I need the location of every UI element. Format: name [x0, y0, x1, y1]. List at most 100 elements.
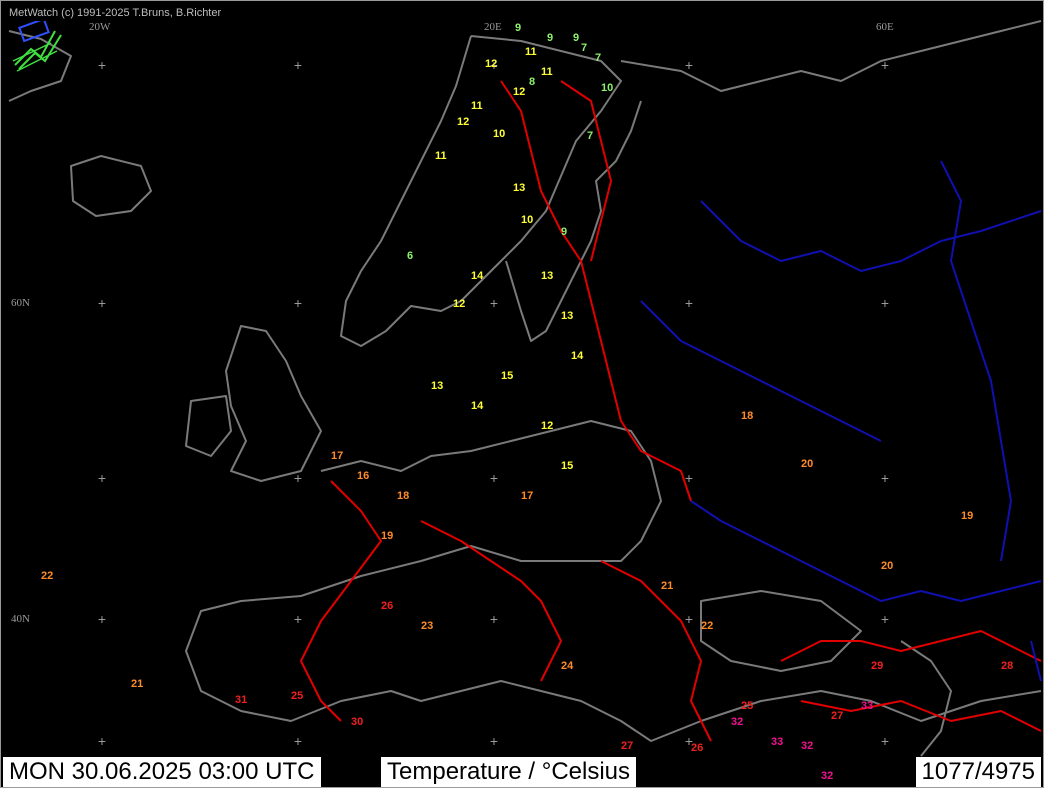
station-temperature: 11	[525, 46, 537, 58]
station-temperature: 24	[561, 660, 574, 672]
border-west-5	[600, 560, 712, 742]
graticule-label-60n: 60N	[11, 297, 30, 309]
norway-coast	[340, 35, 622, 347]
status-bar: MON 30.06.2025 03:00 UTC Temperature / °…	[3, 757, 1041, 787]
metwatch-logo-icon	[11, 17, 67, 78]
station-temperature: 19	[381, 530, 394, 542]
station-temperature: 13	[513, 182, 526, 194]
kola-coast	[620, 20, 1042, 92]
station-temperature: 10	[493, 128, 506, 140]
station-temperature: 13	[541, 270, 554, 282]
graticule-marker: +	[489, 470, 499, 486]
graticule-marker: +	[293, 57, 303, 73]
border-east-3	[940, 160, 1012, 562]
station-temperature: 10	[521, 214, 534, 226]
station-temperature: 33	[861, 700, 874, 712]
station-temperature: 7	[595, 52, 602, 64]
graticule-marker: +	[293, 733, 303, 749]
graticule-label-20e: 20E	[484, 21, 502, 33]
station-temperature: 12	[457, 116, 470, 128]
station-temperature: 9	[547, 32, 554, 44]
graticule-marker: +	[489, 611, 499, 627]
station-temperature: 14	[471, 400, 484, 412]
continent-coast	[185, 420, 1042, 742]
station-temperature: 9	[515, 22, 522, 34]
graticule-marker: +	[880, 57, 890, 73]
border-south-1	[780, 630, 1042, 662]
station-temperature: 9	[573, 32, 580, 44]
station-temperature: 25	[741, 700, 754, 712]
station-temperature: 11	[541, 66, 553, 78]
station-temperature: 21	[131, 678, 144, 690]
station-temperature: 22	[41, 570, 54, 582]
status-count: 1077/4975	[915, 757, 1041, 787]
station-temperature: 22	[701, 620, 714, 632]
station-temperature: 10	[601, 82, 614, 94]
graticule-marker: +	[97, 470, 107, 486]
station-temperature: 20	[801, 458, 814, 470]
station-temperature: 25	[291, 690, 304, 702]
graticule-marker: +	[97, 733, 107, 749]
station-temperature: 30	[351, 716, 364, 728]
graticule-marker: +	[880, 733, 890, 749]
station-temperature: 33	[771, 736, 784, 748]
station-temperature: 26	[381, 600, 394, 612]
station-temperature: 14	[571, 350, 584, 362]
station-temperature: 6	[407, 250, 414, 262]
border-east-4	[640, 300, 882, 442]
graticule-marker: +	[97, 57, 107, 73]
station-temperature: 15	[501, 370, 514, 382]
station-temperature: 8	[529, 76, 536, 88]
graticule-label-20w: 20W	[89, 21, 111, 33]
station-temperature: 32	[801, 740, 814, 752]
graticule-marker: +	[880, 295, 890, 311]
border-west-4	[420, 520, 562, 682]
station-temperature: 14	[471, 270, 484, 282]
britain-coast	[225, 325, 322, 482]
station-temperature: 9	[561, 226, 568, 238]
station-temperature: 20	[881, 560, 894, 572]
border-east-1	[690, 500, 1042, 602]
station-temperature: 21	[661, 580, 674, 592]
station-temperature: 12	[541, 420, 554, 432]
graticule-marker: +	[97, 295, 107, 311]
status-datetime: MON 30.06.2025 03:00 UTC	[3, 757, 321, 787]
border-west-1	[500, 80, 692, 502]
station-temperature: 13	[561, 310, 574, 322]
graticule-marker: +	[684, 611, 694, 627]
station-temperature: 23	[421, 620, 434, 632]
station-temperature: 11	[435, 150, 447, 162]
graticule-marker: +	[684, 295, 694, 311]
station-temperature: 7	[581, 42, 588, 54]
station-temperature: 31	[235, 694, 248, 706]
station-temperature: 32	[731, 716, 744, 728]
station-temperature: 16	[357, 470, 370, 482]
station-temperature: 26	[691, 742, 704, 754]
ireland-coast	[185, 395, 232, 457]
station-temperature: 12	[453, 298, 466, 310]
caspian-coast	[900, 640, 952, 757]
station-temperature: 18	[741, 410, 754, 422]
graticule-marker: +	[880, 611, 890, 627]
graticule-marker: +	[880, 470, 890, 486]
graticule-marker: +	[684, 57, 694, 73]
station-temperature: 29	[871, 660, 884, 672]
graticule-marker: +	[293, 611, 303, 627]
graticule-marker: +	[293, 470, 303, 486]
station-temperature: 12	[485, 58, 498, 70]
graticule-marker: +	[293, 295, 303, 311]
station-temperature: 17	[331, 450, 344, 462]
station-temperature: 27	[621, 740, 634, 752]
station-temperature: 12	[513, 86, 526, 98]
map-frame: MetWatch (c) 1991-2025 T.Bruns, B.Richte…	[0, 0, 1044, 788]
station-temperature: 13	[431, 380, 444, 392]
station-temperature: 17	[521, 490, 534, 502]
graticule-marker: +	[489, 733, 499, 749]
station-temperature: 15	[561, 460, 574, 472]
iceland-coast	[70, 155, 152, 217]
credit-text: MetWatch (c) 1991-2025 T.Bruns, B.Richte…	[9, 7, 222, 19]
graticule-label-60e: 60E	[876, 21, 894, 33]
graticule-marker: +	[684, 470, 694, 486]
station-temperature: 7	[587, 130, 594, 142]
station-temperature: 28	[1001, 660, 1014, 672]
